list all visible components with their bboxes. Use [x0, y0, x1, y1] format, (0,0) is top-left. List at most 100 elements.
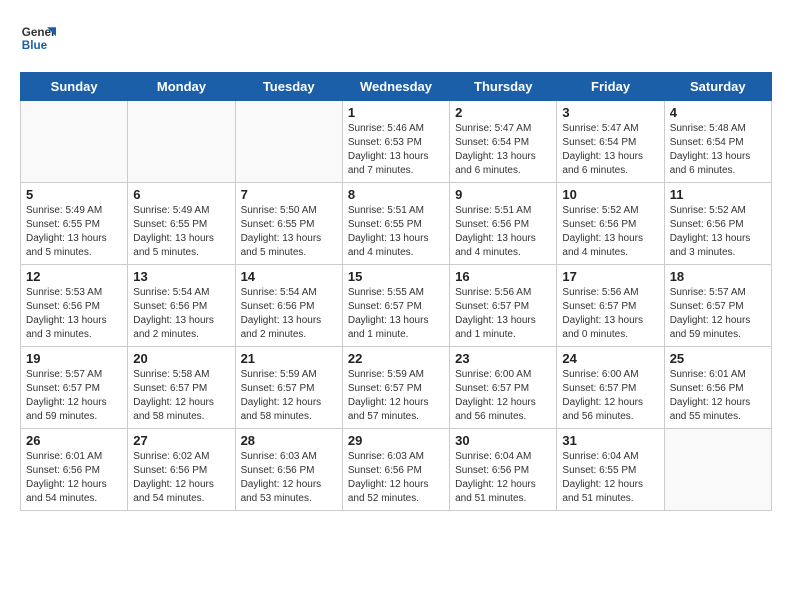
calendar-day-27: 27 Sunrise: 6:02 AM Sunset: 6:56 PM Dayli… — [128, 429, 235, 511]
calendar-day-4: 4 Sunrise: 5:48 AM Sunset: 6:54 PM Daylig… — [664, 101, 771, 183]
day-info: Sunrise: 5:59 AM Sunset: 6:57 PM Dayligh… — [241, 368, 337, 424]
day-number: 18 — [670, 269, 766, 284]
day-number: 4 — [670, 105, 766, 120]
calendar-day-28: 28 Sunrise: 6:03 AM Sunset: 6:56 PM Dayli… — [235, 429, 342, 511]
day-number: 13 — [133, 269, 229, 284]
weekday-header-friday: Friday — [557, 73, 664, 101]
svg-text:Blue: Blue — [22, 39, 48, 52]
day-number: 5 — [26, 187, 122, 202]
calendar-empty-cell — [664, 429, 771, 511]
day-number: 27 — [133, 433, 229, 448]
day-number: 26 — [26, 433, 122, 448]
day-number: 21 — [241, 351, 337, 366]
calendar-week-row: 19 Sunrise: 5:57 AM Sunset: 6:57 PM Dayli… — [21, 347, 772, 429]
day-info: Sunrise: 6:01 AM Sunset: 6:56 PM Dayligh… — [670, 368, 766, 424]
calendar-day-20: 20 Sunrise: 5:58 AM Sunset: 6:57 PM Dayli… — [128, 347, 235, 429]
calendar-day-2: 2 Sunrise: 5:47 AM Sunset: 6:54 PM Daylig… — [450, 101, 557, 183]
day-info: Sunrise: 5:59 AM Sunset: 6:57 PM Dayligh… — [348, 368, 444, 424]
day-number: 28 — [241, 433, 337, 448]
calendar-day-18: 18 Sunrise: 5:57 AM Sunset: 6:57 PM Dayli… — [664, 265, 771, 347]
calendar-empty-cell — [235, 101, 342, 183]
day-number: 20 — [133, 351, 229, 366]
day-info: Sunrise: 5:52 AM Sunset: 6:56 PM Dayligh… — [670, 204, 766, 260]
calendar-week-row: 5 Sunrise: 5:49 AM Sunset: 6:55 PM Daylig… — [21, 183, 772, 265]
day-info: Sunrise: 5:47 AM Sunset: 6:54 PM Dayligh… — [455, 122, 551, 178]
weekday-header-thursday: Thursday — [450, 73, 557, 101]
day-info: Sunrise: 5:57 AM Sunset: 6:57 PM Dayligh… — [670, 286, 766, 342]
day-number: 9 — [455, 187, 551, 202]
calendar-day-12: 12 Sunrise: 5:53 AM Sunset: 6:56 PM Dayli… — [21, 265, 128, 347]
day-info: Sunrise: 5:54 AM Sunset: 6:56 PM Dayligh… — [133, 286, 229, 342]
day-number: 2 — [455, 105, 551, 120]
calendar-week-row: 26Sunrise: 6:01 AM Sunset: 6:56 PM Dayli… — [21, 429, 772, 511]
calendar-day-17: 17 Sunrise: 5:56 AM Sunset: 6:57 PM Dayli… — [557, 265, 664, 347]
calendar-day-15: 15Sunrise: 5:55 AM Sunset: 6:57 PM Dayli… — [342, 265, 449, 347]
calendar-day-10: 10 Sunrise: 5:52 AM Sunset: 6:56 PM Dayli… — [557, 183, 664, 265]
calendar-day-1: 1Sunrise: 5:46 AM Sunset: 6:53 PM Daylig… — [342, 101, 449, 183]
weekday-header-saturday: Saturday — [664, 73, 771, 101]
day-info: Sunrise: 6:03 AM Sunset: 6:56 PM Dayligh… — [241, 450, 337, 506]
day-number: 17 — [562, 269, 658, 284]
day-number: 8 — [348, 187, 444, 202]
day-info: Sunrise: 5:52 AM Sunset: 6:56 PM Dayligh… — [562, 204, 658, 260]
day-number: 19 — [26, 351, 122, 366]
day-number: 15 — [348, 269, 444, 284]
day-info: Sunrise: 5:51 AM Sunset: 6:55 PM Dayligh… — [348, 204, 444, 260]
calendar-day-21: 21 Sunrise: 5:59 AM Sunset: 6:57 PM Dayli… — [235, 347, 342, 429]
day-info: Sunrise: 5:54 AM Sunset: 6:56 PM Dayligh… — [241, 286, 337, 342]
day-info: Sunrise: 5:50 AM Sunset: 6:55 PM Dayligh… — [241, 204, 337, 260]
calendar-day-11: 11 Sunrise: 5:52 AM Sunset: 6:56 PM Dayli… — [664, 183, 771, 265]
logo: General Blue — [20, 20, 60, 56]
day-number: 14 — [241, 269, 337, 284]
day-info: Sunrise: 5:47 AM Sunset: 6:54 PM Dayligh… — [562, 122, 658, 178]
day-number: 25 — [670, 351, 766, 366]
day-number: 23 — [455, 351, 551, 366]
calendar-day-23: 23Sunrise: 6:00 AM Sunset: 6:57 PM Dayli… — [450, 347, 557, 429]
day-number: 16 — [455, 269, 551, 284]
day-info: Sunrise: 6:00 AM Sunset: 6:57 PM Dayligh… — [562, 368, 658, 424]
calendar-day-25: 25 Sunrise: 6:01 AM Sunset: 6:56 PM Dayli… — [664, 347, 771, 429]
calendar-day-30: 30Sunrise: 6:04 AM Sunset: 6:56 PM Dayli… — [450, 429, 557, 511]
day-number: 3 — [562, 105, 658, 120]
day-number: 11 — [670, 187, 766, 202]
day-info: Sunrise: 5:56 AM Sunset: 6:57 PM Dayligh… — [455, 286, 551, 342]
weekday-header-sunday: Sunday — [21, 73, 128, 101]
weekday-header-wednesday: Wednesday — [342, 73, 449, 101]
day-info: Sunrise: 6:04 AM Sunset: 6:56 PM Dayligh… — [455, 450, 551, 506]
day-info: Sunrise: 5:46 AM Sunset: 6:53 PM Dayligh… — [348, 122, 444, 178]
day-info: Sunrise: 5:53 AM Sunset: 6:56 PM Dayligh… — [26, 286, 122, 342]
day-number: 29 — [348, 433, 444, 448]
calendar-day-5: 5Sunrise: 5:49 AM Sunset: 6:55 PM Daylig… — [21, 183, 128, 265]
day-info: Sunrise: 5:56 AM Sunset: 6:57 PM Dayligh… — [562, 286, 658, 342]
calendar-day-7: 7 Sunrise: 5:50 AM Sunset: 6:55 PM Daylig… — [235, 183, 342, 265]
calendar-week-row: 12 Sunrise: 5:53 AM Sunset: 6:56 PM Dayli… — [21, 265, 772, 347]
day-info: Sunrise: 5:58 AM Sunset: 6:57 PM Dayligh… — [133, 368, 229, 424]
calendar-day-3: 3 Sunrise: 5:47 AM Sunset: 6:54 PM Daylig… — [557, 101, 664, 183]
day-number: 6 — [133, 187, 229, 202]
day-info: Sunrise: 5:49 AM Sunset: 6:55 PM Dayligh… — [133, 204, 229, 260]
day-info: Sunrise: 5:48 AM Sunset: 6:54 PM Dayligh… — [670, 122, 766, 178]
calendar-day-14: 14 Sunrise: 5:54 AM Sunset: 6:56 PM Dayli… — [235, 265, 342, 347]
calendar-day-13: 13 Sunrise: 5:54 AM Sunset: 6:56 PM Dayli… — [128, 265, 235, 347]
calendar-table: SundayMondayTuesdayWednesdayThursdayFrid… — [20, 72, 772, 511]
weekday-header-monday: Monday — [128, 73, 235, 101]
day-number: 12 — [26, 269, 122, 284]
logo-icon: General Blue — [20, 20, 56, 56]
calendar-day-8: 8 Sunrise: 5:51 AM Sunset: 6:55 PM Daylig… — [342, 183, 449, 265]
day-info: Sunrise: 5:51 AM Sunset: 6:56 PM Dayligh… — [455, 204, 551, 260]
calendar-day-6: 6 Sunrise: 5:49 AM Sunset: 6:55 PM Daylig… — [128, 183, 235, 265]
page-header: General Blue — [20, 20, 772, 56]
day-info: Sunrise: 6:02 AM Sunset: 6:56 PM Dayligh… — [133, 450, 229, 506]
calendar-day-26: 26Sunrise: 6:01 AM Sunset: 6:56 PM Dayli… — [21, 429, 128, 511]
day-info: Sunrise: 5:57 AM Sunset: 6:57 PM Dayligh… — [26, 368, 122, 424]
calendar-week-row: 1Sunrise: 5:46 AM Sunset: 6:53 PM Daylig… — [21, 101, 772, 183]
calendar-empty-cell — [128, 101, 235, 183]
calendar-day-29: 29Sunrise: 6:03 AM Sunset: 6:56 PM Dayli… — [342, 429, 449, 511]
calendar-day-16: 16 Sunrise: 5:56 AM Sunset: 6:57 PM Dayli… — [450, 265, 557, 347]
day-info: Sunrise: 6:04 AM Sunset: 6:55 PM Dayligh… — [562, 450, 658, 506]
weekday-header-row: SundayMondayTuesdayWednesdayThursdayFrid… — [21, 73, 772, 101]
day-number: 24 — [562, 351, 658, 366]
day-number: 10 — [562, 187, 658, 202]
day-number: 7 — [241, 187, 337, 202]
day-number: 31 — [562, 433, 658, 448]
